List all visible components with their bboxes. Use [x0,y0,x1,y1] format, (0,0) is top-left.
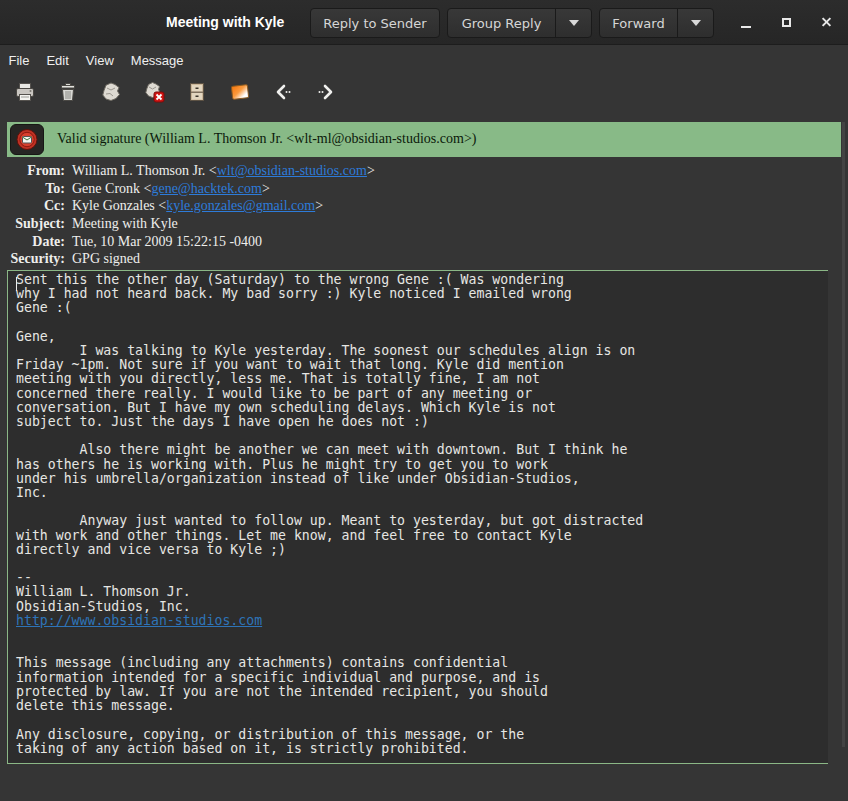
previous-icon[interactable] [272,81,294,103]
body-text-1: Sent this the other day (Saturday) to th… [16,272,643,614]
mark-not-junk-icon[interactable] [143,81,165,103]
body-text-2: This message (including any attachments)… [16,655,548,755]
group-reply-button[interactable]: Group Reply [447,8,592,38]
menubar: FileEditViewMessage [0,46,848,75]
chevron-down-icon [569,20,579,26]
reply-to-sender-button[interactable]: Reply to Sender [310,8,440,38]
menu-file[interactable]: File [0,49,38,72]
mail-window: Meeting with Kyle Reply to Sender Group … [0,0,848,801]
header-value-from: William L. Thomson Jr. <wlt@obsidian-stu… [72,162,375,180]
close-icon [821,17,832,28]
minimize-button[interactable] [734,10,758,34]
header-value-subject: Meeting with Kyle [72,215,178,233]
header-link-cc[interactable]: kyle.gonzales@gmail.com [166,198,315,213]
window-title: Meeting with Kyle [166,14,284,30]
header-label-cc: Cc: [0,197,65,215]
reply-to-sender-label: Reply to Sender [311,16,439,31]
toolbar [0,75,848,118]
header-label-from: From: [0,162,65,180]
archive-icon[interactable] [186,81,208,103]
header-row-subject: Subject: Meeting with Kyle [0,215,830,233]
next-icon[interactable] [315,81,337,103]
group-reply-dropdown[interactable] [555,9,591,37]
header-row-security: Security: GPG signed [0,250,830,268]
close-button[interactable] [814,10,838,34]
header-row-from: From: William L. Thomson Jr. <wlt@obsidia… [0,162,830,180]
header-link-to[interactable]: gene@hacktek.com [151,181,261,196]
minimize-icon [741,26,751,28]
text-caret [16,277,17,291]
signature-status-text: Valid signature (William L. Thomson Jr. … [57,131,476,147]
header-value-to: Gene Cronk <gene@hacktek.com> [72,180,270,198]
gpg-seal-icon [10,124,44,155]
maximize-button[interactable] [774,10,798,34]
header-label-subject: Subject: [0,215,65,233]
forward-dropdown[interactable] [677,9,713,37]
header-link-from[interactable]: wlt@obsidian-studios.com [217,163,367,178]
menu-message[interactable]: Message [122,49,192,72]
chevron-down-icon [691,20,701,26]
color-label-icon[interactable] [229,81,251,103]
message-body[interactable]: Sent this the other day (Saturday) to th… [8,271,828,756]
trash-icon[interactable] [57,81,79,103]
header-row-date: Date: Tue, 10 Mar 2009 15:22:15 -0400 [0,233,830,251]
header-value-security: GPG signed [72,250,140,268]
header-row-cc: Cc: Kyle Gonzales <kyle.gonzales@gmail.co… [0,197,830,215]
group-reply-label: Group Reply [448,16,555,31]
scrollbar-thumb[interactable] [842,122,845,747]
header-label-to: To: [0,180,65,198]
junk-icon[interactable] [100,81,122,103]
message-headers: From: William L. Thomson Jr. <wlt@obsidia… [0,162,830,268]
forward-label: Forward [600,16,677,31]
header-row-to: To: Gene Cronk <gene@hacktek.com> [0,180,830,198]
signature-bar: Valid signature (William L. Thomson Jr. … [7,122,841,157]
menu-view[interactable]: View [77,49,122,72]
header-value-cc: Kyle Gonzales <kyle.gonzales@gmail.com> [72,197,323,215]
header-label-date: Date: [0,233,65,251]
header-value-date: Tue, 10 Mar 2009 15:22:15 -0400 [72,233,262,251]
maximize-icon [782,18,791,27]
header-label-security: Security: [0,250,65,268]
menu-edit[interactable]: Edit [38,49,77,72]
titlebar: Meeting with Kyle Reply to Sender Group … [0,0,848,45]
message-body-panel: Sent this the other day (Saturday) to th… [7,270,828,764]
print-icon[interactable] [14,81,36,103]
forward-button[interactable]: Forward [599,8,714,38]
body-link[interactable]: http://www.obsidian-studios.com [16,613,262,628]
